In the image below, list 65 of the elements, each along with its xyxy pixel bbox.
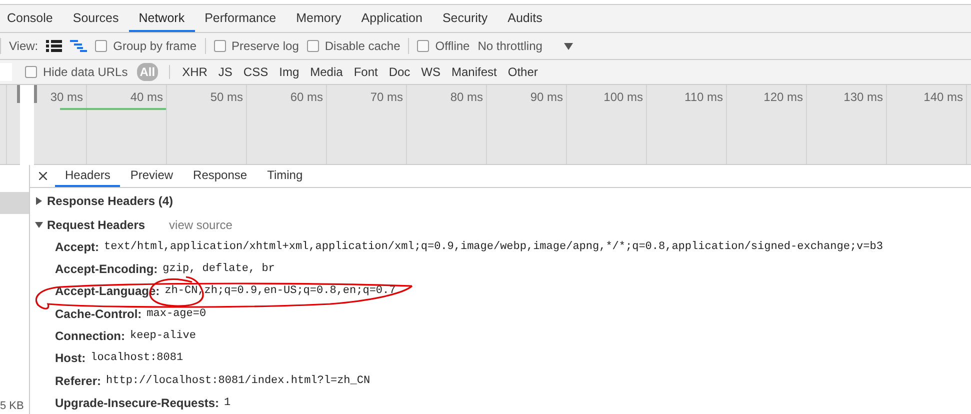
section-title[interactable]: Response Headers (4) (47, 194, 174, 208)
header-name: Accept-Encoding: (55, 262, 158, 276)
header-name: Cache-Control: (55, 306, 142, 321)
header-name: Accept: (55, 240, 100, 254)
type-filter[interactable]: Manifest (450, 63, 498, 81)
view-label: View: (9, 39, 38, 53)
header-name: Connection: (55, 328, 125, 343)
option-checkbox[interactable]: Preserve log (214, 39, 299, 53)
header-name: Referer: (55, 374, 102, 388)
header-value: gzip, deflate, br (162, 263, 275, 276)
time-tick-label: 80 ms (450, 90, 483, 104)
time-tick-label: 70 ms (370, 90, 403, 104)
type-filter[interactable]: WS (420, 63, 442, 81)
header-value: max-age=0 (146, 308, 206, 320)
header-value: text/html,application/xhtml+xml,application/xml;q=0.9,image/webp,image/apng,*/*;q=0.8,application/signed-exchange;v=b3 (104, 240, 883, 253)
detail-tab[interactable]: Response (183, 165, 258, 187)
time-tick-label: 60 ms (290, 90, 323, 104)
panel-tab[interactable]: Console (0, 5, 63, 32)
type-filter[interactable]: Other (506, 63, 539, 81)
detail-tab[interactable]: Headers (55, 165, 120, 187)
type-filter[interactable]: Img (278, 63, 300, 81)
panel-tab[interactable]: Sources (62, 5, 129, 32)
waterfall-view-icon[interactable] (70, 40, 88, 52)
detail-tab[interactable]: Timing (257, 165, 313, 187)
time-tick-label: 110 ms (684, 90, 723, 104)
overview-handle-drawing[interactable] (17, 85, 37, 165)
type-filter[interactable]: Doc (388, 63, 412, 81)
transfer-size: 5 KB (0, 400, 25, 414)
collapsed-triangle-icon[interactable] (35, 196, 43, 205)
panel-tab[interactable]: Security (432, 5, 498, 32)
time-tick-label: 90 ms (530, 90, 563, 104)
view-source-link[interactable]: view source (169, 218, 232, 232)
time-tick-label: 50 ms (210, 90, 243, 104)
header-name: Upgrade-Insecure-Requests: (55, 396, 220, 410)
header-value: keep-alive (130, 330, 196, 342)
option-checkbox[interactable]: Group by frame (95, 39, 197, 53)
time-tick-label: 120 ms (764, 90, 803, 104)
type-filter[interactable]: XHR (181, 63, 208, 81)
section-title[interactable]: Request Headers (47, 218, 146, 232)
type-filter[interactable]: Font (352, 63, 379, 81)
panel-tab[interactable]: Application (351, 5, 432, 32)
header-value: http://localhost:8081/index.html?l=zh_CN (106, 374, 370, 387)
caret-icon[interactable] (564, 42, 574, 50)
time-tick-label: 30 ms (50, 90, 83, 104)
time-tick-label: 140 ms (924, 90, 963, 104)
header-value: 1 (224, 396, 231, 409)
panel-tab[interactable]: Performance (194, 5, 286, 32)
option-checkbox[interactable]: Disable cache (306, 39, 400, 53)
expanded-triangle-icon[interactable] (35, 220, 43, 229)
list-view-icon[interactable] (46, 40, 62, 52)
option-checkbox[interactable]: Offline (417, 39, 470, 53)
hide-data-urls-checkbox[interactable]: Hide data URLs (25, 65, 128, 79)
type-filter[interactable]: CSS (242, 63, 270, 81)
time-tick-label: 130 ms (844, 90, 883, 104)
panel-tab[interactable]: Memory (286, 5, 352, 32)
type-filter[interactable]: Media (309, 63, 344, 81)
panel-tab[interactable]: Audits (498, 5, 552, 32)
time-tick-label: 40 ms (130, 90, 163, 104)
type-filter[interactable]: JS (217, 63, 234, 81)
time-tick-label: 100 ms (604, 90, 643, 104)
detail-tab[interactable]: Preview (120, 165, 184, 187)
header-name: Host: (55, 351, 86, 366)
close-icon[interactable] (39, 172, 47, 180)
throttling-dropdown[interactable]: No throttling (478, 39, 542, 53)
header-value: localhost:8081 (90, 352, 184, 364)
